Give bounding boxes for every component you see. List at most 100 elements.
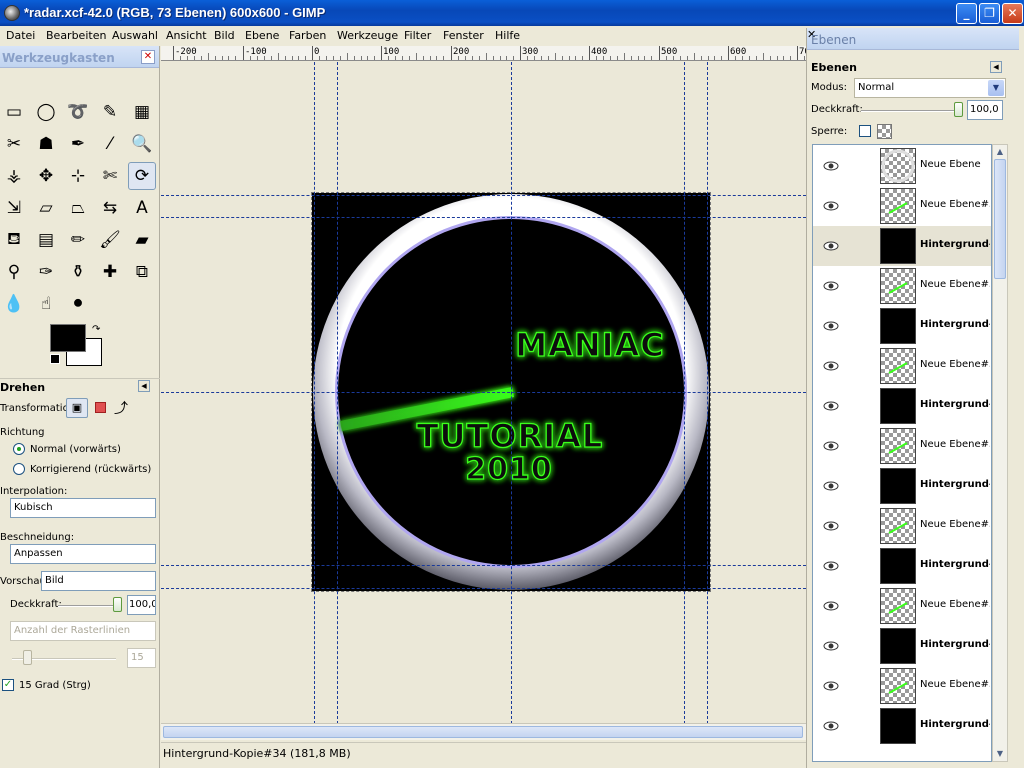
guide-vertical[interactable] [337, 62, 338, 724]
lasso-icon[interactable]: ➰ [64, 98, 92, 126]
align-icon[interactable]: ⊹ [64, 162, 92, 190]
guide-horizontal[interactable] [161, 392, 806, 393]
menu-filter[interactable]: Filter [404, 29, 431, 42]
layer-row[interactable]: Hintergrund-Kopie#36 [813, 306, 991, 346]
eraser-icon[interactable]: ▰ [128, 226, 156, 254]
guide-horizontal[interactable] [161, 588, 806, 589]
opacity-input[interactable]: 100,0 [127, 595, 156, 615]
eye-icon[interactable] [823, 638, 839, 654]
transform-selection-button[interactable] [95, 402, 106, 413]
close-button[interactable]: ✕ [1002, 3, 1023, 24]
eye-icon[interactable] [823, 398, 839, 414]
flip-icon[interactable]: ⇆ [96, 194, 124, 222]
eye-icon[interactable] [823, 518, 839, 534]
layer-row[interactable]: Hintergrund-Kopie#37 [813, 226, 991, 266]
scale-icon[interactable]: ⇲ [0, 194, 28, 222]
color-select-icon[interactable]: ▦ [128, 98, 156, 126]
text-icon[interactable]: A [128, 194, 156, 222]
eye-icon[interactable] [823, 238, 839, 254]
lock-alpha-checkbox[interactable] [859, 125, 871, 137]
eye-icon[interactable] [823, 318, 839, 334]
swap-colors-icon[interactable]: ↷ [92, 324, 100, 335]
blend-icon[interactable]: ▤ [32, 226, 60, 254]
shear-icon[interactable]: ▱ [32, 194, 60, 222]
paths-icon[interactable]: ✒ [64, 130, 92, 158]
perspective-clone-icon[interactable]: ⧉ [128, 258, 156, 286]
menu-ansicht[interactable]: Ansicht [166, 29, 207, 42]
layer-row[interactable]: Neue Ebene#33 [813, 506, 991, 546]
airbrush-icon[interactable]: ⚲ [0, 258, 28, 286]
crop-icon[interactable]: ✄ [96, 162, 124, 190]
eye-icon[interactable] [823, 598, 839, 614]
blur-icon[interactable]: 💧 [0, 290, 28, 318]
guide-horizontal[interactable] [161, 217, 806, 218]
color-picker-icon[interactable]: ⁄ [96, 130, 124, 158]
fuzzy-select-icon[interactable]: ✎ [96, 98, 124, 126]
menu-ebene[interactable]: Ebene [245, 29, 279, 42]
opacity-slider-handle[interactable] [113, 597, 122, 612]
layer-row[interactable]: Hintergrund-Kopie#34 [813, 466, 991, 506]
menu-werkzeuge[interactable]: Werkzeuge [337, 29, 398, 42]
bucket-fill-icon[interactable]: ⛾ [0, 226, 28, 254]
foreground-select-icon[interactable]: ☗ [32, 130, 60, 158]
guide-vertical[interactable] [511, 62, 512, 724]
default-colors-icon[interactable] [50, 354, 60, 364]
eye-icon[interactable] [823, 278, 839, 294]
perspective-icon[interactable]: ⏢ [64, 194, 92, 222]
direction-normal-radio[interactable] [13, 443, 25, 455]
layer-row[interactable]: Neue Ebene#32 [813, 586, 991, 626]
menu-bild[interactable]: Bild [214, 29, 235, 42]
gimp-app-icon[interactable] [4, 5, 20, 21]
rect-select-icon[interactable]: ▭ [0, 98, 28, 126]
eye-icon[interactable] [823, 718, 839, 734]
layer-list[interactable]: Neue Ebene Neue Ebene#37 Hintergrund-Kopie… [812, 144, 992, 762]
smudge-icon[interactable]: ☝ [32, 290, 60, 318]
layer-row[interactable]: Neue Ebene#37 [813, 186, 991, 226]
layers-scrollbar-thumb[interactable] [994, 159, 1006, 279]
layer-row[interactable]: Neue Ebene#31 [813, 666, 991, 706]
ellipse-select-icon[interactable]: ◯ [32, 98, 60, 126]
clipping-select[interactable]: Anpassen [10, 544, 156, 564]
eye-icon[interactable] [823, 198, 839, 214]
eye-icon[interactable] [823, 558, 839, 574]
menu-auswahl[interactable]: Auswahl [112, 29, 158, 42]
constrain-15deg-checkbox[interactable]: ✓ [2, 679, 14, 691]
dodge-burn-icon[interactable]: ⚫ [64, 290, 92, 318]
ink-icon[interactable]: ✑ [32, 258, 60, 286]
guide-horizontal[interactable] [161, 565, 806, 566]
clone-icon[interactable]: ⚱ [64, 258, 92, 286]
layers-vertical-scrollbar[interactable]: ▲ ▼ [992, 144, 1008, 762]
pencil-icon[interactable]: ✏ [64, 226, 92, 254]
transform-path-button[interactable]: ⤴ [114, 398, 128, 418]
layer-opacity-slider-handle[interactable] [954, 102, 963, 117]
guide-horizontal[interactable] [161, 195, 806, 196]
layer-row[interactable]: Hintergrund-Kopie#35 [813, 386, 991, 426]
toolbox-close-button[interactable]: ✕ [141, 50, 155, 64]
transform-layer-button[interactable]: ▣ [66, 398, 88, 418]
layer-row[interactable]: Hintergrund-Kopie#31 [813, 706, 991, 746]
layer-row[interactable]: Neue Ebene#35 [813, 346, 991, 386]
eye-icon[interactable] [823, 358, 839, 374]
menu-farben[interactable]: Farben [289, 29, 326, 42]
scrollbar-thumb[interactable] [163, 726, 803, 738]
mode-select[interactable]: Normal ▼ [854, 78, 1006, 98]
eye-icon[interactable] [823, 158, 839, 174]
scroll-down-icon[interactable]: ▼ [994, 748, 1006, 760]
guide-vertical[interactable] [314, 62, 315, 724]
heal-icon[interactable]: ✚ [96, 258, 124, 286]
zoom-icon[interactable]: 🔍 [128, 130, 156, 158]
layers-menu-icon[interactable]: ◀ [990, 61, 1002, 73]
layer-opacity-input[interactable]: 100,0 [967, 100, 1003, 120]
horizontal-scrollbar[interactable] [161, 723, 806, 740]
guide-vertical[interactable] [707, 62, 708, 724]
move-icon[interactable]: ✥ [32, 162, 60, 190]
direction-corrective-radio[interactable] [13, 463, 25, 475]
minimize-button[interactable]: _ [956, 3, 977, 24]
scroll-up-icon[interactable]: ▲ [994, 146, 1006, 158]
maximize-button[interactable]: ❐ [979, 3, 1000, 24]
layer-opacity-slider-track[interactable] [861, 110, 957, 112]
guide-vertical[interactable] [684, 62, 685, 724]
preview-select[interactable]: Bild [41, 571, 156, 591]
image-viewport[interactable]: MANIAC TUTORIAL 2010 [161, 62, 806, 724]
menu-fenster[interactable]: Fenster [443, 29, 484, 42]
